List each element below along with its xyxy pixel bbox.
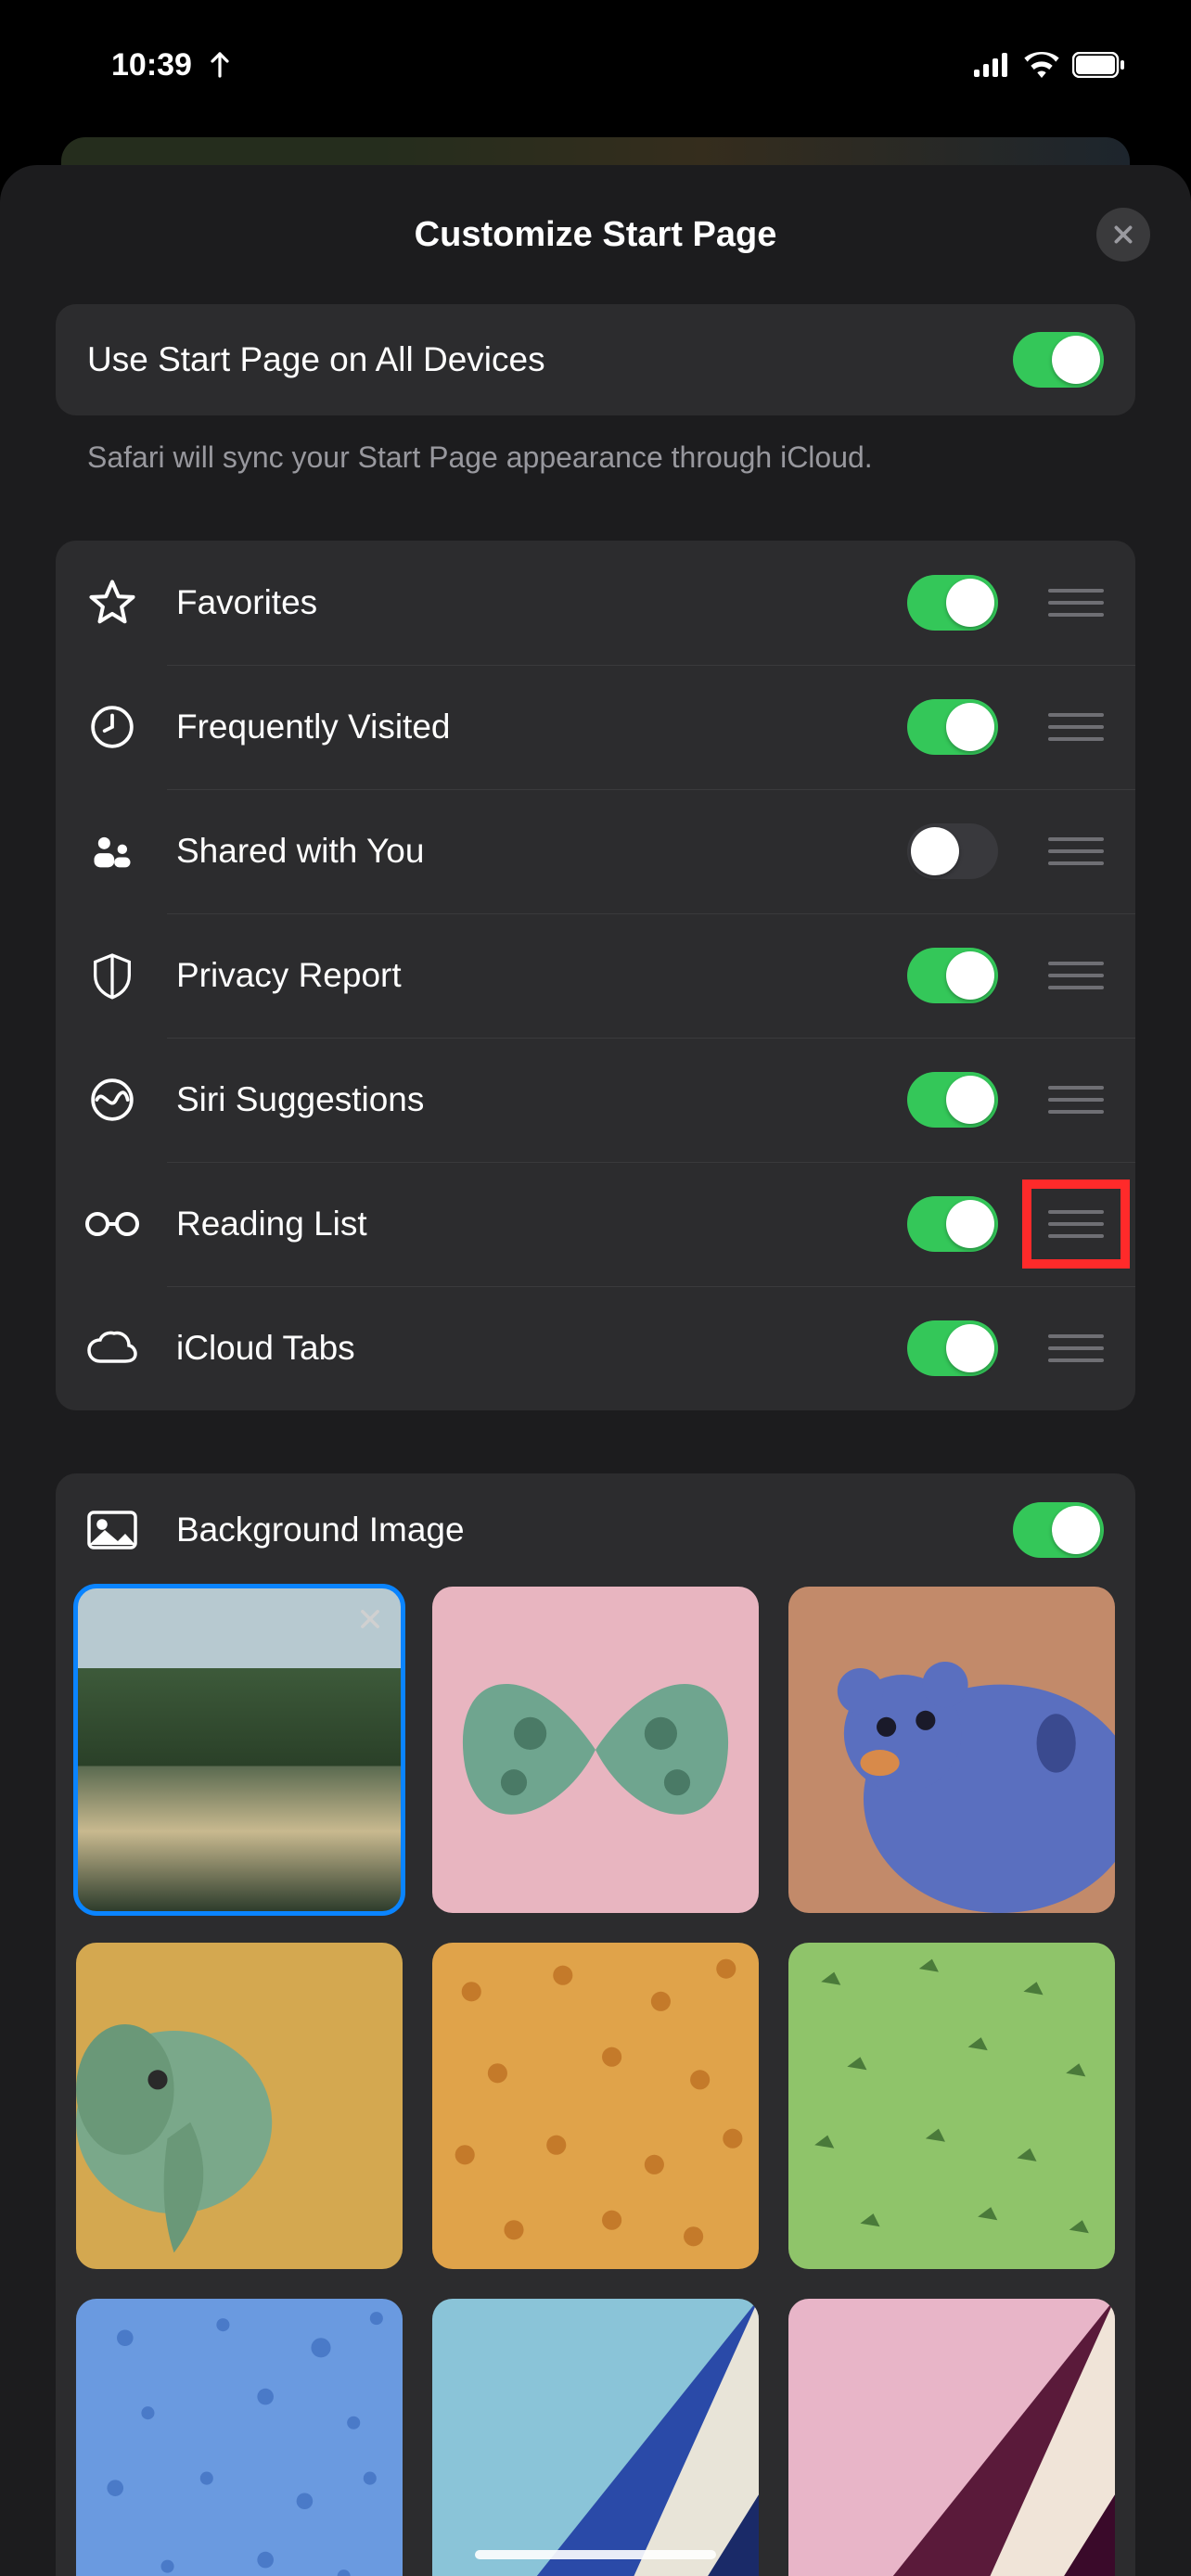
row-label: Reading List xyxy=(176,1205,879,1243)
background-image-section: Background Image xyxy=(56,1473,1135,2576)
row-label: Siri Suggestions xyxy=(176,1080,879,1119)
bg-item-green-pattern[interactable] xyxy=(788,1943,1115,2269)
glasses-icon xyxy=(84,1208,140,1240)
people-icon xyxy=(88,827,136,875)
icloud-tabs-toggle[interactable] xyxy=(907,1320,998,1376)
reading-list-toggle[interactable] xyxy=(907,1196,998,1252)
shared-with-you-toggle[interactable] xyxy=(907,823,998,879)
row-label: Frequently Visited xyxy=(176,708,879,746)
remove-photo-button[interactable] xyxy=(349,1598,391,1640)
status-left: 10:39 xyxy=(111,47,235,83)
favorites-drag-handle[interactable] xyxy=(1048,584,1104,621)
sync-description: Safari will sync your Start Page appeara… xyxy=(56,415,1135,478)
modal-title: Customize Start Page xyxy=(415,215,777,255)
image-icon xyxy=(86,1510,138,1550)
background-image-row: Background Image xyxy=(56,1473,1135,1587)
cloud-icon xyxy=(86,1330,138,1367)
frequently-visited-toggle[interactable] xyxy=(907,699,998,755)
row-label: iCloud Tabs xyxy=(176,1329,879,1368)
privacy-report-drag-handle[interactable] xyxy=(1048,957,1104,994)
location-icon xyxy=(205,50,235,80)
close-icon xyxy=(1111,223,1135,247)
battery-icon xyxy=(1072,52,1126,78)
shield-icon xyxy=(92,951,133,1000)
bg-item-butterfly-pink[interactable] xyxy=(432,1587,759,1913)
status-time: 10:39 xyxy=(111,47,192,83)
cellular-icon xyxy=(974,53,1011,77)
customize-start-page-modal: Customize Start Page Use Start Page on A… xyxy=(0,165,1191,2576)
bg-item-elephant-ochre[interactable] xyxy=(76,1943,403,2269)
clock-icon xyxy=(89,704,135,750)
row-siri-suggestions: Siri Suggestions xyxy=(56,1038,1135,1162)
close-button[interactable] xyxy=(1096,208,1150,261)
row-shared-with-you: Shared with You xyxy=(56,789,1135,913)
row-label: Shared with You xyxy=(176,832,879,871)
shared-with-you-drag-handle[interactable] xyxy=(1048,833,1104,870)
row-frequently-visited: Frequently Visited xyxy=(56,665,1135,789)
background-image-label: Background Image xyxy=(176,1511,985,1549)
close-icon xyxy=(357,1606,383,1632)
background-image-toggle[interactable] xyxy=(1013,1502,1104,1558)
row-privacy-report: Privacy Report xyxy=(56,913,1135,1038)
row-icloud-tabs: iCloud Tabs xyxy=(56,1286,1135,1410)
sections-list: Favorites Frequently Visited Shared with… xyxy=(56,541,1135,1410)
siri-icon xyxy=(89,1077,135,1123)
bg-item-geo-blue[interactable] xyxy=(432,2299,759,2576)
sync-toggle[interactable] xyxy=(1013,332,1104,388)
row-favorites: Favorites xyxy=(56,541,1135,665)
siri-suggestions-drag-handle[interactable] xyxy=(1048,1081,1104,1118)
frequently-visited-drag-handle[interactable] xyxy=(1048,708,1104,746)
privacy-report-toggle[interactable] xyxy=(907,948,998,1003)
row-label: Privacy Report xyxy=(176,956,879,995)
status-right xyxy=(974,52,1126,78)
bg-item-bear-blue[interactable] xyxy=(788,1587,1115,1913)
status-bar: 10:39 xyxy=(0,0,1191,121)
favorites-toggle[interactable] xyxy=(907,575,998,631)
reading-list-drag-handle[interactable] xyxy=(1048,1205,1104,1243)
background-grid xyxy=(56,1587,1135,2576)
row-label: Favorites xyxy=(176,583,879,622)
bg-item-orange-pattern[interactable] xyxy=(432,1943,759,2269)
sync-label: Use Start Page on All Devices xyxy=(87,340,545,379)
siri-suggestions-toggle[interactable] xyxy=(907,1072,998,1128)
bg-item-geo-magenta[interactable] xyxy=(788,2299,1115,2576)
icloud-tabs-drag-handle[interactable] xyxy=(1048,1330,1104,1367)
bg-item-blue-drops[interactable] xyxy=(76,2299,403,2576)
wifi-icon xyxy=(1024,52,1059,78)
sync-start-page-row: Use Start Page on All Devices xyxy=(56,304,1135,415)
star-icon xyxy=(87,578,137,628)
home-indicator xyxy=(475,2550,716,2559)
row-reading-list: Reading List xyxy=(56,1162,1135,1286)
modal-header: Customize Start Page xyxy=(0,165,1191,304)
bg-item-coast-photo[interactable] xyxy=(76,1587,403,1913)
